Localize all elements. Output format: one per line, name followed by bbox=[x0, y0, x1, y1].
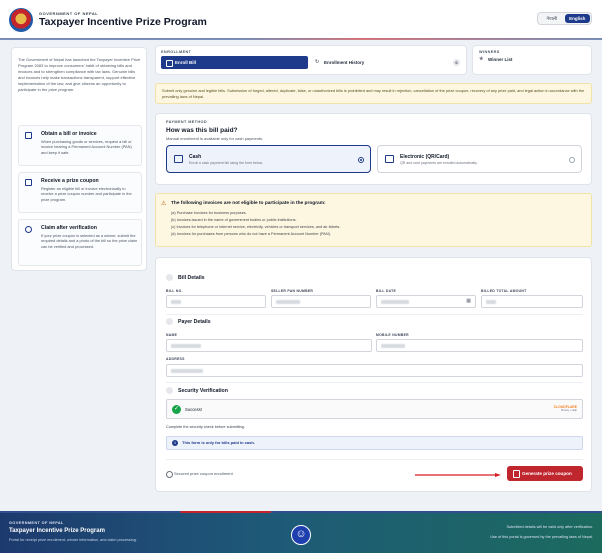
calendar-icon[interactable]: ▦ bbox=[466, 296, 471, 307]
footer-title: Taxpayer Incentive Prize Program bbox=[9, 528, 105, 534]
ineligible-list: (a) Purchase invoices for business purpo… bbox=[171, 210, 586, 238]
enrollment-history-tab[interactable]: Enrollment History 0 bbox=[314, 56, 462, 69]
bill-no-label: BILL NO. bbox=[166, 289, 183, 293]
divider bbox=[166, 459, 583, 460]
cash-only-note: This form is only for bills paid in cash… bbox=[166, 436, 583, 450]
billed-total-input[interactable] bbox=[481, 295, 583, 308]
divider bbox=[166, 382, 583, 383]
payment-subtitle: Manual enrollment is available only for … bbox=[166, 136, 264, 141]
radio-unselected[interactable] bbox=[569, 157, 575, 163]
bill-no-input[interactable] bbox=[166, 295, 266, 308]
payment-title: How was this bill paid? bbox=[166, 127, 238, 134]
nepal-emblem-icon bbox=[9, 8, 33, 32]
radio-selected[interactable] bbox=[358, 157, 364, 163]
name-label: NAME bbox=[166, 333, 178, 337]
bill-details-heading: Bill Details bbox=[166, 274, 205, 281]
mobile-input[interactable] bbox=[376, 339, 583, 352]
address-input[interactable] bbox=[166, 364, 583, 377]
step-desc: Register an eligible bill or invoice ele… bbox=[41, 186, 132, 202]
payment-label: PAYMENT METHOD bbox=[166, 120, 208, 124]
seller-pan-label: SELLER PAN NUMBER bbox=[271, 289, 314, 293]
payer-details-heading: Payer Details bbox=[166, 318, 211, 325]
cloudflare-logo: CLOUDFLARE Privacy • Help bbox=[554, 405, 577, 412]
footer-stripe bbox=[0, 511, 602, 513]
cash-icon bbox=[174, 155, 183, 163]
enrollment-label: ENROLLMENT bbox=[161, 50, 192, 54]
warning-icon: ⚠ bbox=[161, 201, 167, 207]
divider bbox=[166, 314, 583, 315]
enrollment-card: ENROLLMENT Enroll Bill Enrollment Histor… bbox=[155, 45, 467, 75]
ineligible-warning: ⚠ The following invoices are not eligibl… bbox=[155, 193, 592, 247]
annotation-arrow-icon bbox=[415, 473, 501, 477]
winners-card: WINNERS Winner List bbox=[472, 45, 592, 75]
bill-details-label: Bill Details bbox=[178, 275, 205, 281]
captcha-note: Complete the security check before submi… bbox=[166, 425, 245, 429]
payment-option-electronic[interactable]: Electronic (QR/Card) QR and card payment… bbox=[377, 145, 582, 173]
security-label: Security Verification bbox=[178, 388, 228, 394]
footer-gov-label: GOVERNMENT OF NEPAL bbox=[9, 521, 64, 525]
list-item: (a) Purchase invoices for business purpo… bbox=[171, 211, 247, 215]
bill-date-label: BILL DATE bbox=[376, 289, 397, 293]
info-panel: The Government of Nepal has launched the… bbox=[11, 47, 147, 271]
footer-subtitle: Portal for receipt prize enrollment, win… bbox=[9, 538, 137, 542]
payer-details-label: Payer Details bbox=[178, 319, 211, 325]
secured-text: Secured prize coupon enrollment bbox=[166, 471, 233, 478]
captcha-success-text: Success! bbox=[185, 407, 202, 412]
captcha-widget[interactable]: ✓ Success! CLOUDFLARE Privacy • Help bbox=[166, 399, 583, 419]
option-desc: Enroll a cash payment bill using the for… bbox=[189, 161, 263, 165]
lang-english-button[interactable]: English bbox=[564, 14, 590, 23]
bill-date-input[interactable]: ▦ bbox=[376, 295, 476, 308]
enroll-bill-tab[interactable]: Enroll Bill bbox=[161, 56, 308, 69]
step-card: Receive a prize coupon Register an eligi… bbox=[18, 172, 142, 213]
document-icon bbox=[25, 132, 32, 139]
step-desc: When purchasing goods or services, reque… bbox=[41, 139, 132, 155]
address-label: ADDRESS bbox=[166, 357, 185, 361]
ticket-icon bbox=[25, 179, 32, 186]
check-icon: ✓ bbox=[172, 405, 181, 414]
list-item: (c) Invoices for telephone or internet s… bbox=[171, 225, 341, 229]
accessibility-icon[interactable]: ☺ bbox=[291, 525, 311, 545]
user-icon bbox=[166, 318, 173, 325]
footer-note-2: Use of this portal is governed by the pr… bbox=[490, 535, 593, 539]
app-footer: GOVERNMENT OF NEPAL Taxpayer Incentive P… bbox=[0, 511, 602, 553]
step-title: Claim after verification bbox=[41, 225, 97, 231]
cloudflare-links[interactable]: Privacy • Help bbox=[554, 409, 577, 412]
enrollment-form: Bill Details BILL NO. SELLER PAN NUMBER … bbox=[155, 257, 592, 492]
step-title: Obtain a bill or invoice bbox=[41, 131, 97, 137]
clock-icon bbox=[25, 226, 32, 233]
winner-list-link[interactable]: Winner List bbox=[479, 56, 512, 62]
footer-note-1: Submitted details will be valid only aft… bbox=[506, 525, 593, 529]
list-item: (b) Invoices issued in the name of gover… bbox=[171, 218, 297, 222]
shield-icon bbox=[166, 387, 173, 394]
history-count-badge: 0 bbox=[453, 59, 460, 66]
option-title: Cash bbox=[189, 154, 202, 160]
list-item: (d) Invoices for purchases from persons … bbox=[171, 232, 331, 236]
option-desc: QR and card payments are enrolled automa… bbox=[400, 161, 478, 165]
payment-method-card: PAYMENT METHOD How was this bill paid? M… bbox=[155, 113, 592, 185]
mobile-label: MOBILE NUMBER bbox=[376, 333, 409, 337]
winners-label: WINNERS bbox=[479, 50, 500, 54]
step-card: Obtain a bill or invoice When purchasing… bbox=[18, 125, 142, 166]
header-stripe bbox=[0, 38, 602, 40]
security-heading: Security Verification bbox=[166, 387, 228, 394]
seller-pan-input[interactable] bbox=[271, 295, 371, 308]
step-card: Claim after verification If your prize c… bbox=[18, 219, 142, 266]
legal-notice: Submit only genuine and legible bills. S… bbox=[155, 83, 592, 104]
card-icon bbox=[385, 155, 394, 163]
language-switch: नेपाली English bbox=[537, 12, 592, 25]
billed-total-label: BILLED TOTAL AMOUNT bbox=[481, 289, 527, 293]
warning-title: The following invoices are not eligible … bbox=[171, 201, 326, 206]
generate-coupon-button[interactable]: Generate prize coupon bbox=[507, 466, 583, 481]
payment-option-cash[interactable]: Cash Enroll a cash payment bill using th… bbox=[166, 145, 371, 173]
enrollment-history-label: Enrollment History bbox=[324, 60, 365, 65]
intro-text: The Government of Nepal has launched the… bbox=[18, 57, 141, 92]
option-title: Electronic (QR/Card) bbox=[400, 154, 450, 160]
step-desc: If your prize coupon is selected as a wi… bbox=[41, 233, 138, 249]
step-title: Receive a prize coupon bbox=[41, 178, 99, 184]
app-header: GOVERNMENT OF NEPAL Taxpayer Incentive P… bbox=[0, 0, 602, 39]
name-input[interactable] bbox=[166, 339, 372, 352]
lang-nepali-button[interactable]: नेपाली bbox=[539, 14, 565, 23]
bill-icon bbox=[166, 274, 173, 281]
page-title: Taxpayer Incentive Prize Program bbox=[39, 16, 207, 28]
